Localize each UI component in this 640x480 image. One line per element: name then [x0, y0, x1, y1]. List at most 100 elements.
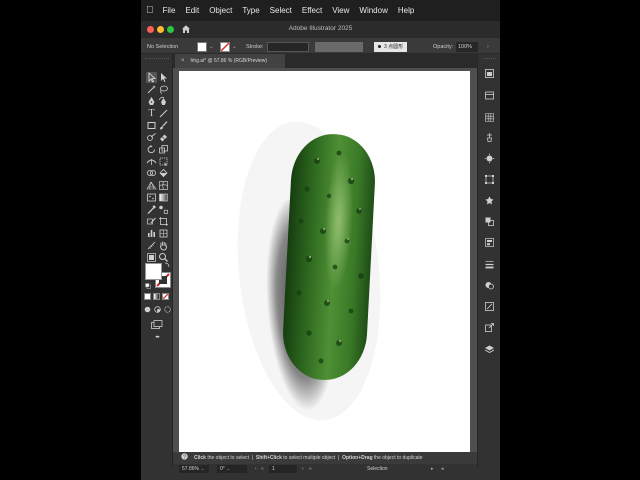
chevron-down-icon[interactable]: ⌄	[232, 38, 237, 55]
menu-file[interactable]: File	[158, 0, 181, 21]
screen-mode-icon[interactable]	[151, 320, 163, 330]
stroke-weight-field[interactable]	[267, 38, 309, 55]
menu-edit[interactable]: Edit	[180, 0, 204, 21]
artboard-navigation-field[interactable]: 1	[269, 465, 297, 473]
brush-definition[interactable]: 3 点圆形	[374, 38, 408, 55]
symbol-sprayer-tool-icon[interactable]	[146, 192, 157, 203]
menu-select[interactable]: Select	[265, 0, 297, 21]
rotate-tool-icon[interactable]	[146, 144, 157, 155]
draw-behind-icon[interactable]	[154, 306, 161, 313]
appearance-panel-icon[interactable]	[484, 280, 495, 291]
paintbrush-tool-icon[interactable]	[158, 120, 169, 131]
opacity-value: 100%	[456, 41, 478, 52]
stroke-swatch[interactable]	[220, 38, 230, 55]
pen-tool-icon[interactable]	[146, 96, 157, 107]
previous-artboard-icon[interactable]: ‹	[255, 464, 257, 474]
shape-builder-tool-icon[interactable]	[146, 168, 157, 179]
first-artboard-icon[interactable]: «	[261, 464, 264, 474]
artboard-tool-icon[interactable]	[158, 216, 169, 227]
edit-toolbar-button[interactable]: •••	[141, 335, 173, 341]
panel-grip[interactable]	[145, 58, 169, 60]
scroll-left-icon[interactable]: ◂	[441, 464, 444, 474]
stroke-panel-icon[interactable]	[484, 259, 495, 270]
measure-tool-icon[interactable]	[146, 240, 157, 251]
title-bar: Adobe Illustrator 2025	[141, 21, 500, 37]
panel-grip[interactable]	[483, 58, 496, 60]
free-transform-tool-icon[interactable]	[158, 156, 169, 167]
opacity-field[interactable]: 100%	[456, 38, 478, 55]
color-mode-button[interactable]	[144, 293, 151, 300]
menu-object[interactable]: Object	[204, 0, 237, 21]
scale-tool-icon[interactable]	[158, 144, 169, 155]
canvas-area[interactable]	[173, 68, 477, 452]
live-paint-bucket-tool-icon[interactable]	[158, 168, 169, 179]
color-guide-panel-icon[interactable]	[484, 153, 495, 164]
status-hint-bar: ? Click the object to select | Shift+Clic…	[173, 452, 477, 464]
menu-type[interactable]: Type	[237, 0, 264, 21]
status-menu-icon[interactable]: ▸	[431, 464, 434, 474]
draw-inside-icon[interactable]	[164, 306, 171, 313]
magic-wand-tool-icon[interactable]	[146, 84, 157, 95]
transform-panel-icon[interactable]	[484, 174, 495, 185]
artboard[interactable]	[179, 71, 470, 452]
rectangle-tool-icon[interactable]	[146, 120, 157, 131]
menu-window[interactable]: Window	[354, 0, 392, 21]
width-tool-icon[interactable]	[146, 156, 157, 167]
cucumber-artwork[interactable]	[179, 71, 470, 452]
panel-dock	[477, 54, 500, 468]
next-artboard-icon[interactable]: ›	[302, 464, 304, 474]
last-artboard-icon[interactable]: »	[309, 464, 312, 474]
fill-swatch[interactable]	[197, 38, 207, 55]
slice-tool-icon[interactable]	[146, 216, 157, 227]
align-panel-icon[interactable]	[484, 237, 495, 248]
bottom-status-bar: 57.86% ⌄ 0° ⌄ ‹ « 1 › » Selection ▸ ◂	[173, 464, 477, 474]
fill-indicator[interactable]	[145, 263, 162, 280]
layers-panel-icon[interactable]	[484, 344, 495, 355]
swap-colors-icon[interactable]	[164, 262, 170, 268]
direct-selection-tool-icon[interactable]	[158, 72, 169, 83]
gradient-tool-icon[interactable]	[158, 192, 169, 203]
lasso-tool-icon[interactable]	[158, 84, 169, 95]
eraser-tool-icon[interactable]	[158, 132, 169, 143]
gradient-mode-button[interactable]	[153, 293, 160, 300]
menu-effect[interactable]: Effect	[297, 0, 327, 21]
shaper-tool-icon[interactable]	[146, 132, 157, 143]
rotation-field[interactable]: 0° ⌄	[217, 465, 247, 473]
none-mode-button[interactable]	[162, 293, 169, 300]
graphic-styles-panel-icon[interactable]	[484, 301, 495, 312]
help-icon[interactable]: ?	[181, 453, 188, 460]
blend-tool-icon[interactable]	[158, 204, 169, 215]
document-tab[interactable]: × hhg.ai* @ 57.86 % (RGB/Preview)	[175, 54, 285, 68]
libraries-panel-icon[interactable]	[484, 90, 495, 101]
type-tool-icon[interactable]: T	[146, 108, 157, 119]
hand-tool-icon[interactable]	[158, 240, 169, 251]
chevron-right-icon[interactable]: ›	[487, 38, 489, 55]
perspective-grid-tool-icon[interactable]	[146, 180, 157, 191]
pathfinder-panel-icon[interactable]	[484, 216, 495, 227]
selection-tool-icon[interactable]	[146, 72, 157, 83]
svg-text:?: ?	[183, 454, 186, 460]
symbols-panel-icon[interactable]	[484, 195, 495, 206]
menu-help[interactable]: Help	[393, 0, 419, 21]
menu-view[interactable]: View	[327, 0, 354, 21]
swatches-panel-icon[interactable]	[484, 112, 495, 123]
chevron-down-icon[interactable]: ⌄	[209, 38, 214, 55]
draw-normal-icon[interactable]	[144, 306, 151, 313]
line-segment-tool-icon[interactable]	[158, 108, 169, 119]
curvature-tool-icon[interactable]	[158, 96, 169, 107]
hint-text-2: to select multiple object |	[281, 455, 343, 461]
apple-menu-icon[interactable]: 	[144, 0, 158, 21]
default-colors-icon[interactable]	[145, 283, 151, 289]
zoom-field[interactable]: 57.86% ⌄	[179, 465, 209, 473]
close-tab-icon[interactable]: ×	[181, 58, 185, 64]
brushes-panel-icon[interactable]	[484, 132, 495, 143]
properties-panel-icon[interactable]	[484, 68, 495, 79]
slice-selection-tool-icon[interactable]	[158, 228, 169, 239]
mesh-tool-icon[interactable]	[158, 180, 169, 191]
asset-export-panel-icon[interactable]	[484, 322, 495, 333]
eyedropper-tool-icon[interactable]	[146, 204, 157, 215]
menu-bar:  File Edit Object Type Select Effect Vi…	[141, 0, 500, 21]
brush-label: 3 点圆形	[384, 44, 404, 50]
variable-width-profile[interactable]	[315, 38, 363, 55]
graph-tool-icon[interactable]	[146, 228, 157, 239]
